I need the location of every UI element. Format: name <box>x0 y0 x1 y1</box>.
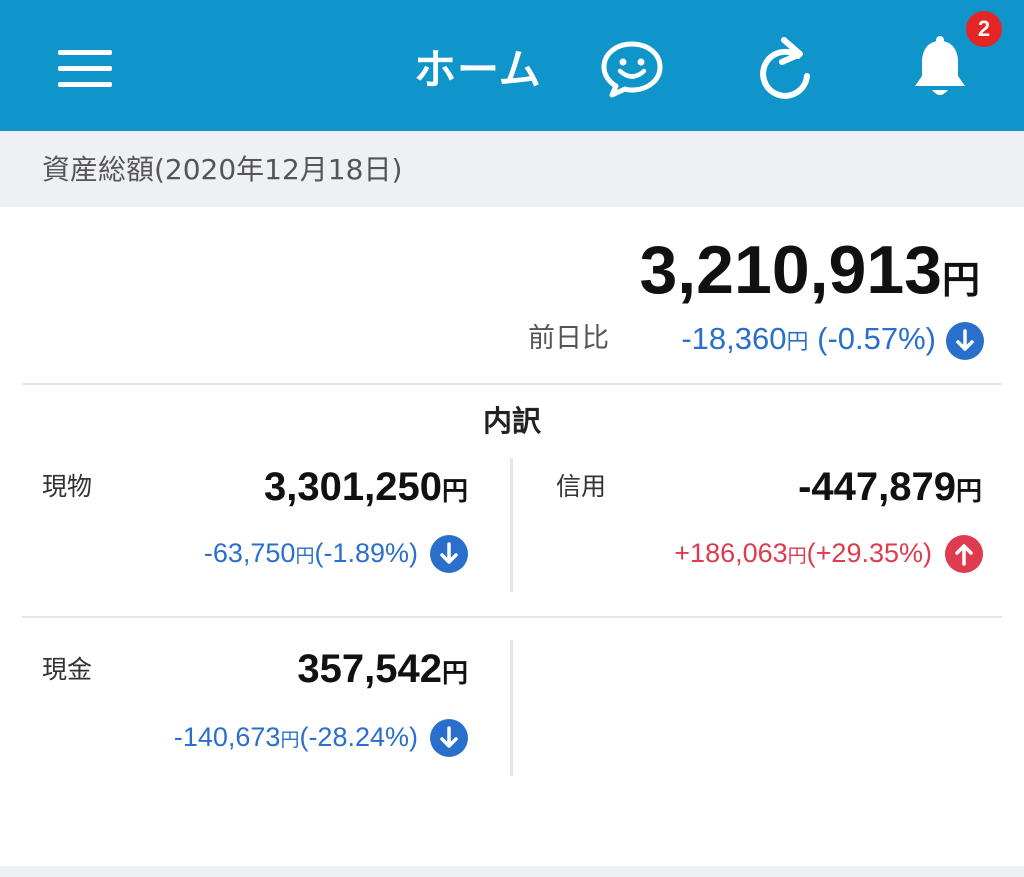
total-assets-date-label: 資産総額(2020年12月18日) <box>42 153 403 186</box>
column-divider <box>510 458 513 592</box>
column-divider <box>510 640 513 776</box>
bell-icon[interactable] <box>910 36 970 102</box>
yen-unit: 円 <box>941 260 980 302</box>
divider <box>22 383 1002 385</box>
yen-unit: 円 <box>787 546 807 567</box>
arrow-down-circle-icon <box>946 322 984 360</box>
page-title: ホーム <box>414 45 542 94</box>
prev-day-pct: (-0.57%) <box>808 321 936 356</box>
prev-day-change: -18,360円 (-0.57%) <box>681 319 936 362</box>
total-assets-number: 3,210,913 <box>639 232 942 308</box>
item-value-number: 357,542 <box>297 647 442 691</box>
item-label-cash: 現金 <box>42 655 93 684</box>
item-label-spot: 現物 <box>42 472 93 501</box>
change-amount: -140,673 <box>173 722 281 752</box>
item-value-cash: 357,542円 <box>297 644 468 703</box>
item-change-margin: +186,063円(+29.35%) <box>674 535 932 575</box>
change-amount: -63,750 <box>203 538 296 568</box>
bottom-strip <box>0 866 1024 877</box>
divider <box>22 616 1002 618</box>
yen-unit: 円 <box>280 730 300 751</box>
notification-badge: 2 <box>966 11 1002 47</box>
item-value-margin: -447,879円 <box>798 462 982 521</box>
yen-unit: 円 <box>295 546 315 567</box>
refresh-icon[interactable] <box>754 36 816 102</box>
change-amount: +186,063 <box>674 538 788 568</box>
prev-day-amount: -18,360 <box>681 321 787 356</box>
yen-unit: 円 <box>955 476 982 506</box>
chat-smile-icon[interactable] <box>600 40 664 98</box>
item-change-spot: -63,750円(-1.89%) <box>204 535 418 575</box>
arrow-down-circle-icon <box>430 719 468 757</box>
item-value-number: -447,879 <box>798 465 956 509</box>
change-pct: (-28.24%) <box>299 722 418 752</box>
breakdown-title: 内訳 <box>482 404 541 438</box>
item-value-spot: 3,301,250円 <box>264 462 468 521</box>
yen-unit: 円 <box>441 476 468 506</box>
item-value-number: 3,301,250 <box>264 465 442 509</box>
yen-unit: 円 <box>441 658 468 688</box>
yen-unit: 円 <box>786 329 809 354</box>
total-assets-value: 3,210,913円 <box>639 234 980 325</box>
item-label-margin: 信用 <box>556 472 607 501</box>
arrow-down-circle-icon <box>430 535 468 573</box>
menu-icon[interactable] <box>58 48 112 90</box>
prev-day-label: 前日比 <box>528 323 609 354</box>
change-pct: (-1.89%) <box>314 538 418 568</box>
change-pct: (+29.35%) <box>806 538 932 568</box>
arrow-up-circle-icon <box>945 535 983 573</box>
item-change-cash: -140,673円(-28.24%) <box>174 719 418 759</box>
